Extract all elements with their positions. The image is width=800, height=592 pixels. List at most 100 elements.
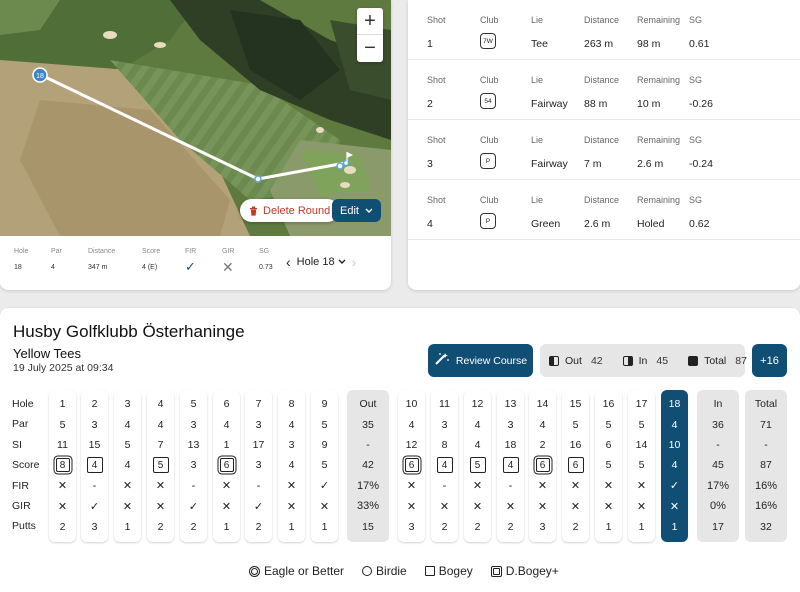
hole-column[interactable]: 10 4 12 6 ✕ ✕ 3 (398, 390, 425, 542)
row-label: Putts (12, 520, 36, 533)
hole-column[interactable]: 6 4 1 6 ✕ ✕ 1 (213, 390, 240, 542)
cell-score: 4 (431, 455, 458, 475)
shot-shot: 2 (427, 98, 433, 110)
cross-icon: ✕ (222, 259, 234, 275)
chevron-left-icon[interactable]: ‹ (286, 254, 291, 270)
shot-row[interactable]: Shot 4 Club P Lie Green Distance 2.6 m Remaining… (408, 180, 800, 240)
hole-column[interactable]: 17 5 14 5 ✕ ✕ 1 (628, 390, 655, 542)
score-to-par-button[interactable]: +16 (752, 344, 787, 377)
hole-column[interactable]: 7 3 17 3 - ✓ 2 (245, 390, 272, 542)
hole-column[interactable]: 18 4 10 4 ✓ ✕ 1 (661, 390, 688, 542)
satellite-map[interactable]: 18 + − Delete Round Edit (0, 0, 391, 236)
cell-gir: ✕ (472, 500, 483, 513)
cell-hole: 18 (668, 398, 681, 411)
cell-si: 17 (252, 438, 265, 451)
cell-hole: 13 (504, 398, 517, 411)
row-labels: Hole Par SI Score FIR GIR Putts (12, 394, 39, 537)
cell-fir: 16% (754, 479, 778, 492)
zoom-in-icon[interactable]: + (357, 8, 383, 35)
cell-si: 12 (405, 438, 418, 451)
cell-fir: - (256, 479, 261, 492)
shot-remaining: 2.6 m (637, 158, 664, 170)
hole-column[interactable]: 11 3 8 4 - ✕ 2 (431, 390, 458, 542)
shot-point[interactable] (254, 175, 262, 183)
bogey-mark: 4 (502, 457, 519, 474)
hole-column[interactable]: 16 5 6 5 ✕ ✕ 1 (595, 390, 622, 542)
cell-si: 5 (124, 438, 131, 451)
hole-column[interactable]: 14 4 2 6 ✕ ✕ 3 (529, 390, 556, 542)
cell-gir: ✓ (89, 500, 100, 513)
shot-sg: 0.61 (689, 38, 710, 50)
shot-row[interactable]: Shot 3 Club P Lie Fairway Distance 7 m Remaining… (408, 120, 800, 180)
cell-score: 87 (760, 459, 772, 472)
cell-gir: ✕ (537, 500, 548, 513)
out-value: 42 (590, 354, 603, 367)
cell-fir: ✓ (319, 480, 330, 493)
hole-column[interactable]: 1 5 11 8 ✕ ✕ 2 (49, 390, 76, 542)
hole-stat-hole: Hole 18 (14, 248, 51, 290)
hole-column[interactable]: 12 4 4 5 ✕ ✕ 2 (464, 390, 491, 542)
legend-birdie-label: Birdie (376, 564, 407, 578)
cell-si: 6 (605, 438, 612, 451)
shot-header-sg: SG (689, 135, 703, 145)
cell-putts: 3 (539, 520, 546, 533)
hole-selector[interactable]: Hole 18 (297, 256, 346, 268)
hole-column[interactable]: 2 3 15 4 - ✓ 3 (81, 390, 108, 542)
cell-gir: ✕ (319, 500, 330, 513)
sum-column: Total 71 - 87 16% 16% 32 (745, 390, 787, 542)
cell-fir: - (508, 479, 513, 492)
cell-par: 4 (124, 418, 131, 431)
cell-fir: ✕ (406, 480, 417, 493)
cell-par: 4 (157, 418, 164, 431)
cell-par: 5 (572, 418, 579, 431)
cell-putts: 2 (59, 520, 66, 533)
sum-column: In 36 - 45 17% 0% 17 (697, 390, 739, 542)
magic-wand-icon (434, 352, 450, 369)
hole-column[interactable]: 3 4 5 4 ✕ ✕ 1 (114, 390, 141, 542)
cell-putts: 2 (441, 520, 448, 533)
score-legend: Eagle or Better Birdie Bogey D.Bogey+ (249, 564, 559, 578)
edit-button[interactable]: Edit (332, 199, 381, 222)
zoom-control: + − (357, 8, 383, 62)
hole-column[interactable]: 4 4 7 5 ✕ ✕ 2 (147, 390, 174, 542)
cell-si: 15 (88, 438, 101, 451)
cell-hole: 15 (569, 398, 582, 411)
hole-column[interactable]: 8 4 3 4 ✕ ✕ 1 (278, 390, 305, 542)
delete-round-button[interactable]: Delete Round (240, 199, 340, 222)
cell-hole: 2 (91, 398, 98, 411)
hole-column[interactable]: 13 3 18 4 - ✕ 2 (497, 390, 524, 542)
shot-row[interactable]: Shot 1 Club 7W Lie Tee Distance 263 m Remaining 9… (408, 0, 800, 60)
stat-label: FIR (185, 248, 197, 255)
shot-point[interactable] (342, 159, 350, 167)
hole-navigator: ‹ Hole 18 › (286, 254, 356, 270)
hole-stat-fir: FIR ✓ (185, 248, 222, 290)
cell-fir: ✕ (636, 480, 647, 493)
cell-score: 4 (81, 455, 108, 475)
bogey-mark: 4 (436, 457, 453, 474)
cell-gir: ✕ (636, 500, 647, 513)
legend-bogey-label: Bogey (438, 564, 473, 578)
shot-row[interactable]: Shot 2 Club 54 Lie Fairway Distance 88 m Remaini… (408, 60, 800, 120)
cell-gir: ✕ (122, 500, 133, 513)
cell-par: 3 (441, 418, 448, 431)
shot-point[interactable] (336, 162, 344, 170)
hole-column[interactable]: 15 5 16 6 ✕ ✕ 2 (562, 390, 589, 542)
review-course-button[interactable]: Review Course (428, 344, 533, 377)
hole-column[interactable]: 9 5 9 5 ✓ ✕ 1 (311, 390, 338, 542)
row-label: Score (12, 459, 40, 472)
hole-column[interactable]: 5 3 13 3 - ✓ 2 (180, 390, 207, 542)
legend-bogey: Bogey (424, 564, 473, 578)
stat-value: 347 m (88, 264, 108, 271)
hole-stat-gir: GIR ✕ (222, 248, 259, 290)
cell-hole: 12 (471, 398, 484, 411)
row-label: Hole (12, 398, 34, 410)
zoom-out-icon[interactable]: − (357, 35, 383, 62)
cell-putts: 3 (91, 520, 98, 533)
row-label: Par (12, 418, 29, 431)
cell-score: 45 (712, 459, 724, 472)
shot-header-remaining: Remaining (637, 135, 681, 145)
cell-par: 4 (408, 418, 415, 431)
out-label: Out (565, 354, 582, 367)
row-label: FIR (12, 479, 29, 492)
cell-si: 18 (504, 438, 517, 451)
